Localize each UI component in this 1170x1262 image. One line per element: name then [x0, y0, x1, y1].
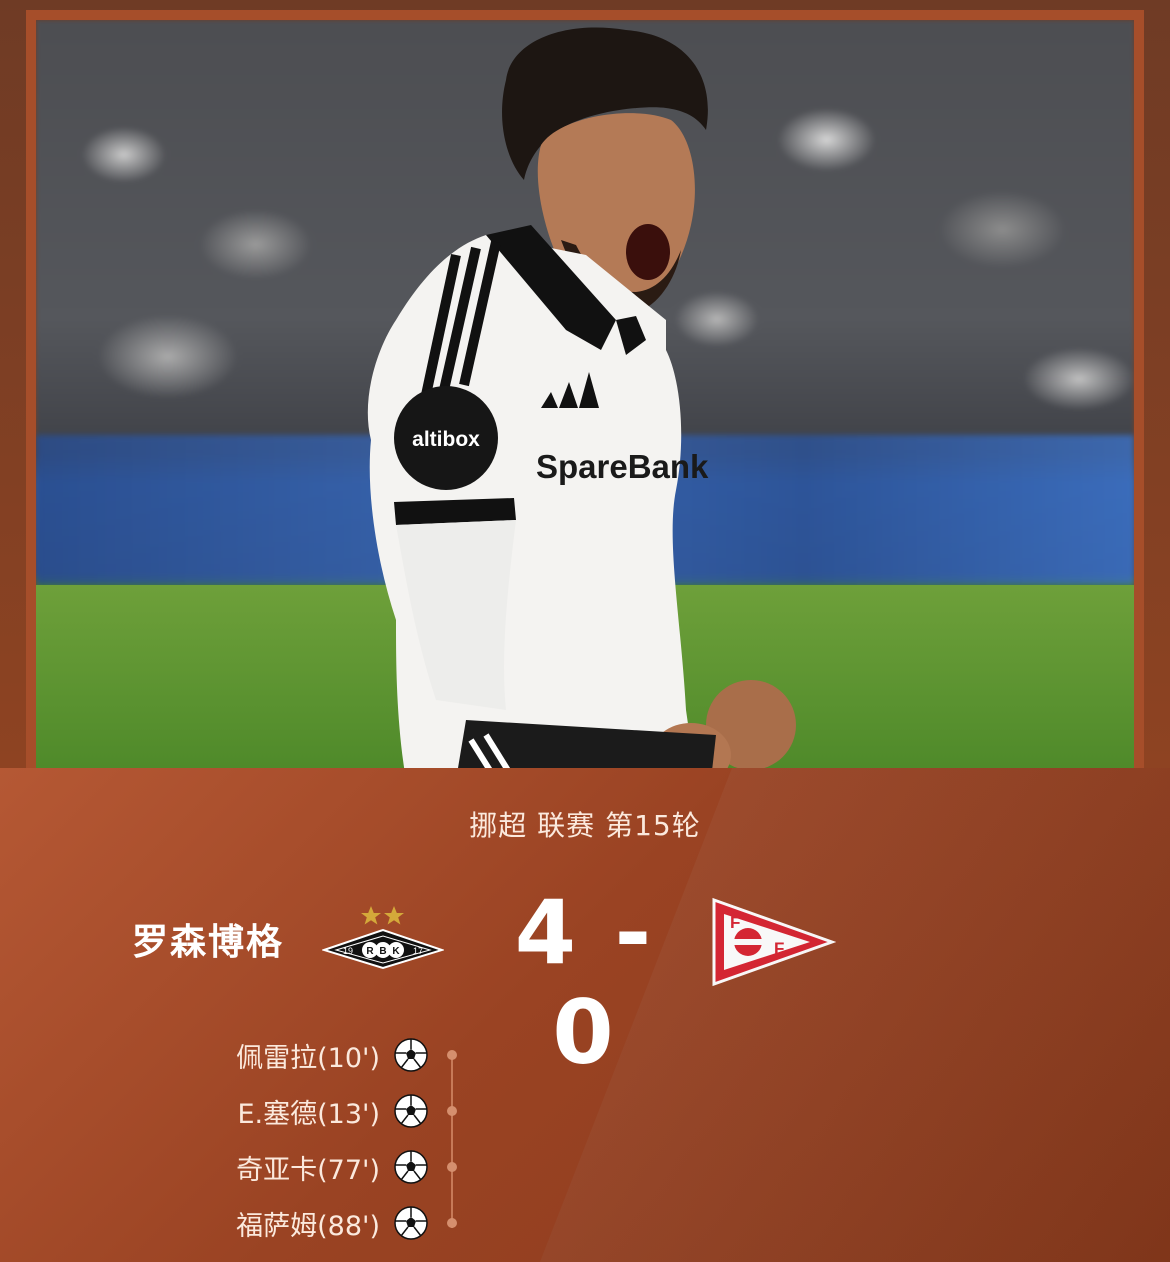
home-team-logo[interactable]: R B K 19 17	[320, 900, 446, 970]
soccer-ball-icon	[394, 1150, 428, 1184]
timeline-dot	[447, 1050, 457, 1060]
final-score: 4 - 0	[514, 881, 656, 1084]
away-team-name-blurred	[870, 918, 1075, 958]
scorer-row: 奇亚卡(77')	[0, 1148, 470, 1188]
soccer-ball-icon	[394, 1094, 428, 1128]
scorer-row: E.塞德(13')	[0, 1092, 470, 1132]
svg-text:SpareBank: SpareBank	[536, 448, 709, 485]
timeline-dot	[447, 1218, 457, 1228]
svg-text:19: 19	[343, 946, 353, 956]
goal-scorers-list: 佩雷拉(10') E.塞德(13') 奇亚卡(77') 福萨姆(88')	[0, 1036, 1170, 1262]
svg-text:F: F	[774, 939, 784, 958]
scorer-name: 佩雷拉(10')	[236, 1043, 380, 1074]
svg-text:17: 17	[413, 946, 423, 956]
svg-text:B: B	[379, 946, 386, 957]
league-round-label: 挪超 联赛 第15轮	[469, 809, 701, 842]
scorer-name: 奇亚卡(77')	[236, 1155, 380, 1186]
hero-photo-frame: altibox SpareBank	[26, 10, 1144, 768]
scorer-name: 福萨姆(88')	[236, 1211, 380, 1242]
scorer-row: 福萨姆(88')	[0, 1204, 470, 1244]
svg-text:F: F	[730, 913, 740, 932]
hero-photo-section: altibox SpareBank	[0, 0, 1170, 768]
away-team-logo[interactable]: F F	[710, 896, 837, 988]
scorer-name: E.塞德(13')	[237, 1099, 381, 1130]
soccer-ball-icon	[394, 1206, 428, 1240]
soccer-ball-icon	[394, 1038, 428, 1072]
celebrating-player-image: altibox SpareBank	[336, 20, 796, 768]
svg-text:altibox: altibox	[412, 428, 480, 451]
timeline-dot	[447, 1106, 457, 1116]
timeline-dot	[447, 1162, 457, 1172]
svg-text:R: R	[366, 946, 374, 957]
home-team-name[interactable]: 罗森博格	[132, 913, 284, 965]
svg-text:K: K	[392, 946, 400, 957]
match-info-panel: 挪超 联赛 第15轮 罗森博格 R B K 19 17 4 - 0 F F 佩雷…	[0, 768, 1170, 1262]
timeline-line	[451, 1058, 453, 1228]
scorer-row: 佩雷拉(10')	[0, 1036, 470, 1076]
